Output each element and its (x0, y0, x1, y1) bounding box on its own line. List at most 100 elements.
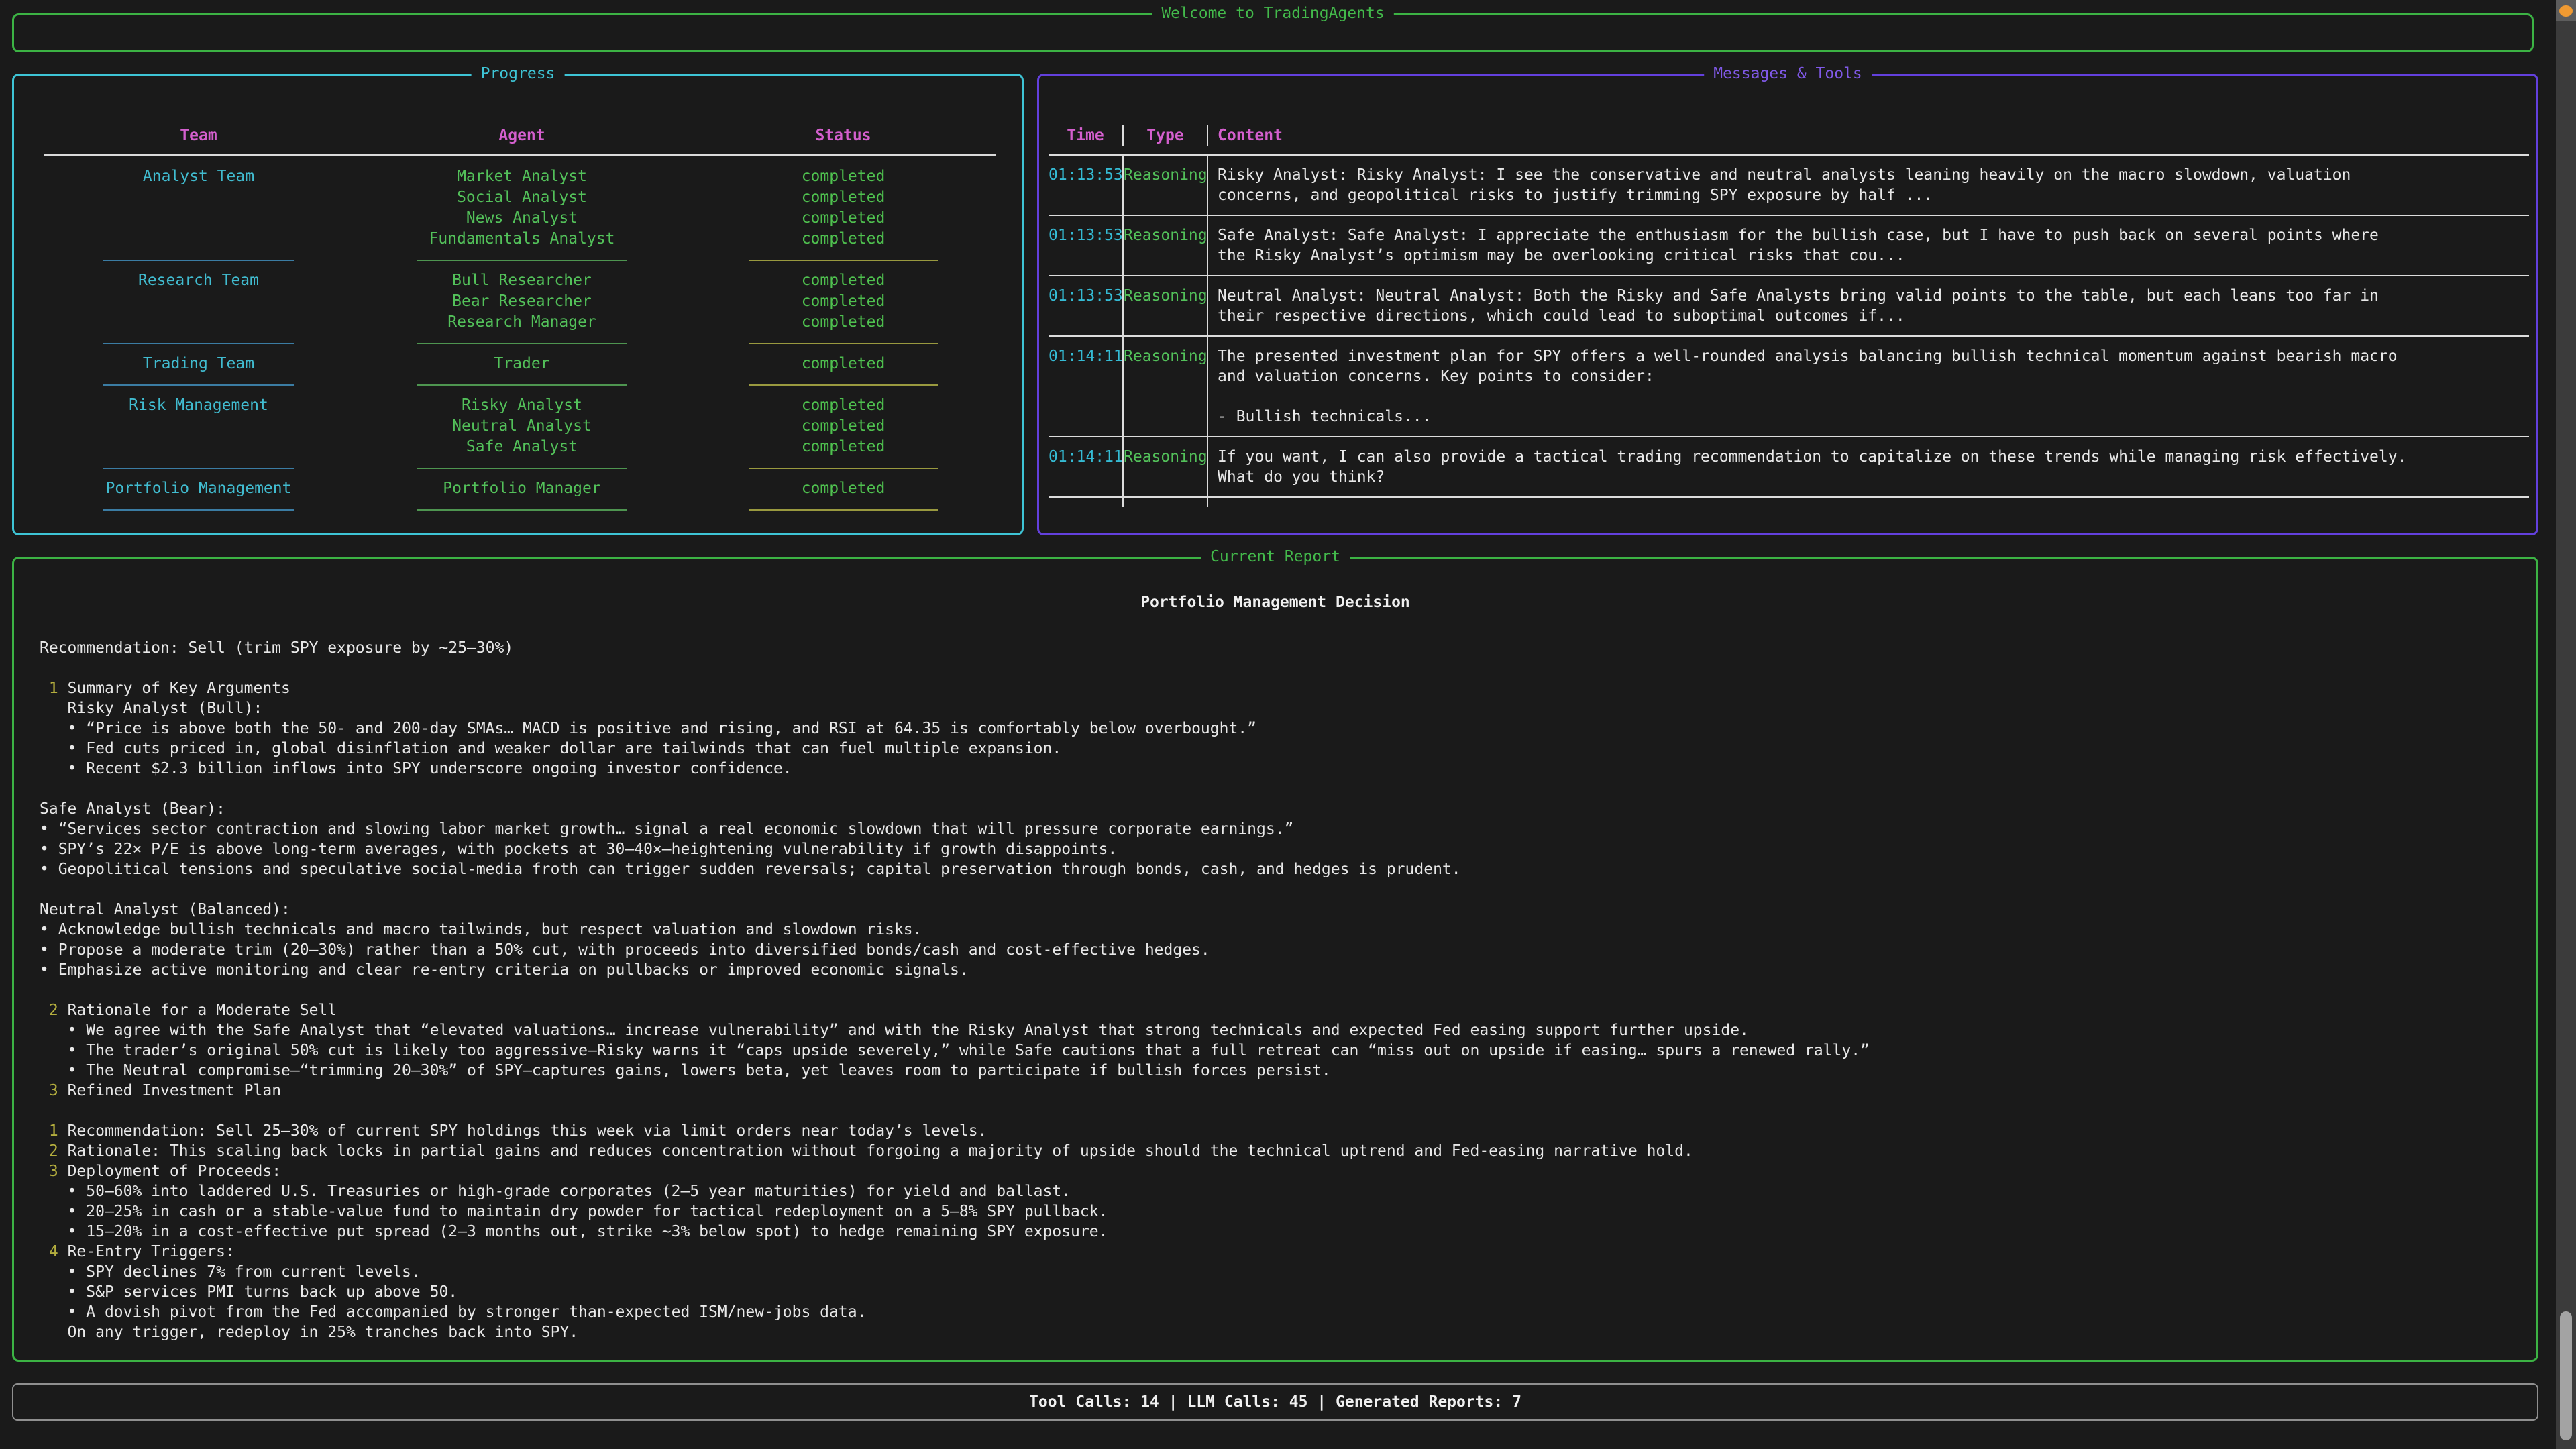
scroll-marker-button[interactable] (2556, 0, 2576, 21)
report-line (40, 879, 2516, 900)
report-line: • Fed cuts priced in, global disinflatio… (40, 739, 2516, 759)
stats-bar: Tool Calls: 14 | LLM Calls: 45 | Generat… (12, 1383, 2538, 1421)
report-heading: Portfolio Management Decision (14, 594, 2536, 611)
message-type: Reasoning (1124, 156, 1208, 215)
agent-cell: Neutral Analyst (354, 416, 690, 437)
message-row: 01:13:53ReasoningSafe Analyst: Safe Anal… (1049, 216, 2529, 276)
agent-cell: Safe Analyst (354, 437, 690, 458)
messages-table-header: Time Type Content (1049, 125, 2529, 146)
report-line: • SPY declines 7% from current levels. (40, 1262, 2516, 1282)
progress-panel: Progress Team Agent Status Analyst TeamM… (12, 74, 1024, 535)
report-line: • Acknowledge bullish technicals and mac… (40, 920, 2516, 940)
progress-row: Safe Analystcompleted (44, 437, 996, 458)
messages-table: Time Type Content 01:13:53ReasoningRisky… (1049, 125, 2529, 507)
message-time: 01:13:53 (1049, 216, 1124, 275)
status-cell: completed (690, 270, 996, 291)
welcome-panel: Welcome to TradingAgents (12, 13, 2534, 52)
current-report-panel: Current Report Portfolio Management Deci… (12, 557, 2538, 1362)
report-panel-title: Current Report (1201, 548, 1350, 566)
column-header-type: Type (1124, 125, 1208, 146)
status-cell: completed (690, 291, 996, 312)
team-cell (44, 187, 354, 208)
scrollbar-thumb[interactable] (2560, 1311, 2572, 1440)
column-header-team: Team (44, 125, 354, 146)
message-row: 01:13:53ReasoningRisky Analyst: Risky An… (1049, 156, 2529, 216)
report-line: Risky Analyst (Bull): (40, 698, 2516, 718)
status-cell: completed (690, 437, 996, 458)
report-line (40, 980, 2516, 1000)
stats-text: Tool Calls: 14 | LLM Calls: 45 | Generat… (1029, 1393, 1521, 1411)
section-divider (44, 374, 996, 395)
message-time: 01:13:53 (1049, 276, 1124, 335)
progress-row: Analyst TeamMarket Analystcompleted (44, 166, 996, 187)
team-cell: Portfolio Management (44, 478, 354, 499)
message-row: 01:14:11ReasoningThe presented investmen… (1049, 337, 2529, 437)
report-line: 3 Refined Investment Plan (40, 1081, 2516, 1101)
message-row: 01:14:11ReasoningIf you want, I can also… (1049, 437, 2529, 498)
progress-row: Portfolio ManagementPortfolio Managercom… (44, 478, 996, 499)
agent-cell: Portfolio Manager (354, 478, 690, 499)
team-cell (44, 437, 354, 458)
report-line: • 50–60% into laddered U.S. Treasuries o… (40, 1181, 2516, 1201)
report-line: • The Neutral compromise—“trimming 20–30… (40, 1061, 2516, 1081)
report-line (40, 1101, 2516, 1121)
agent-cell: Trader (354, 354, 690, 374)
agent-cell: Social Analyst (354, 187, 690, 208)
status-cell: completed (690, 478, 996, 499)
status-cell: completed (690, 416, 996, 437)
report-line: 2 Rationale for a Moderate Sell (40, 1000, 2516, 1020)
agent-cell: Research Manager (354, 312, 690, 333)
agent-cell: Market Analyst (354, 166, 690, 187)
column-header-agent: Agent (354, 125, 690, 146)
messages-panel-title: Messages & Tools (1704, 65, 1872, 83)
progress-row: Trading TeamTradercompleted (44, 354, 996, 374)
column-header-status: Status (690, 125, 996, 146)
report-line (40, 779, 2516, 799)
report-line: • S&P services PMI turns back up above 5… (40, 1282, 2516, 1302)
team-cell (44, 291, 354, 312)
report-line: 4 Re-Entry Triggers: (40, 1242, 2516, 1262)
progress-table: Team Agent Status Analyst TeamMarket Ana… (44, 125, 996, 520)
status-cell: completed (690, 166, 996, 187)
message-content: If you want, I can also provide a tactic… (1208, 437, 2529, 496)
message-content: Risky Analyst: Risky Analyst: I see the … (1208, 156, 2529, 215)
welcome-title: Welcome to TradingAgents (1152, 5, 1393, 22)
message-type: Reasoning (1124, 276, 1208, 335)
team-cell (44, 208, 354, 229)
message-time: 01:14:11 (1049, 337, 1124, 436)
message-content: The presented investment plan for SPY of… (1208, 337, 2529, 436)
team-cell: Risk Management (44, 395, 354, 416)
message-type: Reasoning (1124, 437, 1208, 496)
progress-row: Research Managercompleted (44, 312, 996, 333)
team-cell: Research Team (44, 270, 354, 291)
status-cell: completed (690, 208, 996, 229)
message-type: Reasoning (1124, 216, 1208, 275)
progress-row: Research TeamBull Researchercompleted (44, 270, 996, 291)
progress-row: Social Analystcompleted (44, 187, 996, 208)
section-divider (44, 458, 996, 478)
section-divider (44, 499, 996, 520)
status-cell: completed (690, 395, 996, 416)
status-cell: completed (690, 312, 996, 333)
progress-row: Risk ManagementRisky Analystcompleted (44, 395, 996, 416)
scrollbar-track[interactable] (2556, 0, 2576, 1449)
report-line: • “Price is above both the 50- and 200-d… (40, 718, 2516, 739)
team-cell: Analyst Team (44, 166, 354, 187)
report-line: • Emphasize active monitoring and clear … (40, 960, 2516, 980)
message-type: Reasoning (1124, 337, 1208, 436)
report-line: 3 Deployment of Proceeds: (40, 1161, 2516, 1181)
report-line: • A dovish pivot from the Fed accompanie… (40, 1302, 2516, 1322)
report-line: On any trigger, redeploy in 25% tranches… (40, 1322, 2516, 1342)
report-line: • We agree with the Safe Analyst that “e… (40, 1020, 2516, 1040)
report-line (40, 658, 2516, 678)
message-content: Neutral Analyst: Neutral Analyst: Both t… (1208, 276, 2529, 335)
progress-panel-title: Progress (472, 65, 565, 83)
team-cell (44, 416, 354, 437)
column-header-content: Content (1208, 125, 2529, 146)
message-content: Safe Analyst: Safe Analyst: I appreciate… (1208, 216, 2529, 275)
team-cell (44, 312, 354, 333)
report-line: Neutral Analyst (Balanced): (40, 900, 2516, 920)
agent-cell: Bull Researcher (354, 270, 690, 291)
message-rows: 01:13:53ReasoningRisky Analyst: Risky An… (1049, 156, 2529, 498)
report-line: 1 Recommendation: Sell 25–30% of current… (40, 1121, 2516, 1141)
